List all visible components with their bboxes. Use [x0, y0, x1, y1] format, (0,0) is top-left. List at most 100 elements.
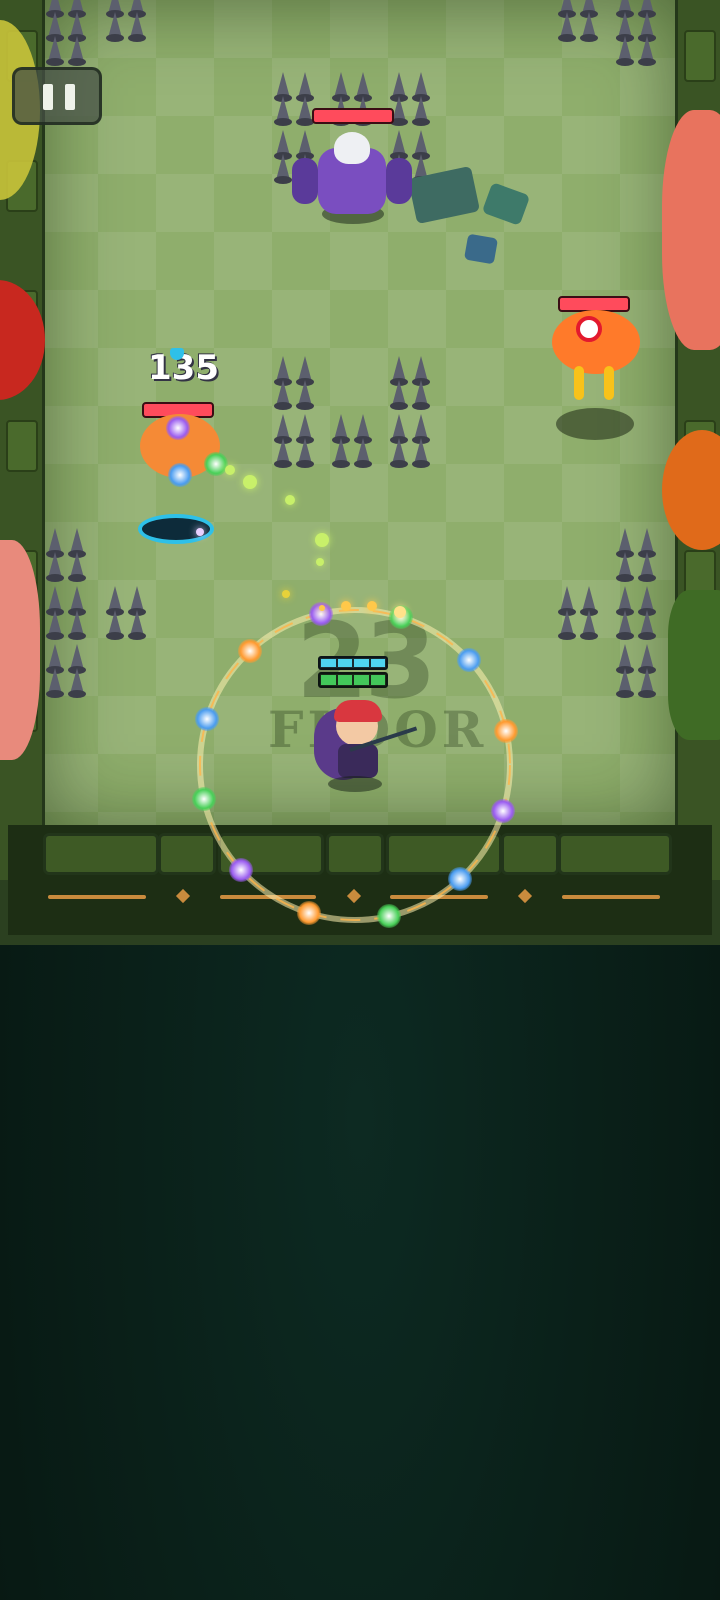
shield-segment: [321, 659, 336, 667]
spark: [196, 528, 204, 536]
spark: [285, 495, 295, 505]
spike: [638, 668, 656, 698]
spike: [46, 586, 64, 616]
spike: [580, 12, 598, 42]
green-leaf-decoration: [668, 590, 720, 740]
health-segment: [321, 675, 336, 685]
spike: [412, 414, 430, 444]
spike-trap-icon: [44, 12, 96, 66]
spike: [638, 528, 656, 558]
spike-trap-icon: [44, 528, 96, 582]
orange-eye-blob-enemy[interactable]: [548, 296, 648, 442]
eye-icon: [576, 316, 602, 342]
spike: [68, 12, 86, 42]
spike: [390, 380, 408, 410]
energy-orb: [168, 463, 192, 487]
energy-orb: [194, 707, 219, 732]
spike: [390, 414, 408, 444]
spike: [616, 528, 634, 558]
spike: [46, 668, 64, 698]
spike-trap-icon: [388, 414, 440, 468]
wall-block: [684, 30, 716, 82]
spike: [390, 72, 408, 102]
spike: [412, 356, 430, 386]
spark: [243, 475, 257, 489]
spike: [390, 356, 408, 386]
spike: [274, 414, 292, 444]
spike: [638, 644, 656, 674]
spike: [354, 438, 372, 468]
spike: [558, 586, 576, 616]
spike: [412, 438, 430, 468]
spike: [128, 610, 146, 640]
enemy-leg: [574, 366, 584, 400]
spark: [367, 601, 377, 611]
spike: [332, 438, 350, 468]
spike: [412, 130, 430, 160]
spike: [580, 586, 598, 616]
skull-brute-enemy[interactable]: [292, 108, 412, 228]
spark: [316, 558, 324, 566]
spike: [638, 610, 656, 640]
spike-trap-icon: [614, 644, 666, 698]
spark: [315, 533, 329, 547]
spike: [68, 610, 86, 640]
spike: [296, 414, 314, 444]
spike: [106, 610, 124, 640]
energy-orb: [166, 416, 190, 440]
energy-orb: [456, 647, 481, 672]
spike: [616, 610, 634, 640]
player-shield-bar: [318, 656, 388, 670]
spark: [341, 601, 351, 611]
spike: [296, 72, 314, 102]
spike-trap-icon: [614, 12, 666, 66]
enemy-leg: [604, 366, 614, 400]
player-character[interactable]: [310, 652, 418, 792]
spike-trap-icon: [614, 586, 666, 640]
pause-icon: [65, 84, 75, 110]
spike: [332, 72, 350, 102]
spike: [106, 12, 124, 42]
spike: [296, 438, 314, 468]
shield-segment: [354, 659, 369, 667]
spike: [128, 12, 146, 42]
enemy-health-bar: [312, 108, 394, 124]
spike-trap-icon: [272, 414, 324, 468]
skull-icon: [334, 132, 370, 164]
enemy-shadow: [556, 408, 634, 440]
spike: [616, 644, 634, 674]
pause-button[interactable]: [12, 67, 102, 125]
game-stage[interactable]: 23 FLOOR 135: [0, 0, 720, 945]
spike: [390, 438, 408, 468]
spike: [274, 356, 292, 386]
energy-orb: [237, 639, 262, 664]
spike: [274, 96, 292, 126]
spike: [616, 586, 634, 616]
spike: [638, 586, 656, 616]
spark: [319, 605, 325, 611]
spike: [274, 130, 292, 160]
spike: [46, 644, 64, 674]
spike-trap-icon: [388, 356, 440, 410]
spark: [225, 465, 235, 475]
spike: [638, 12, 656, 42]
pause-icon: [43, 84, 53, 110]
spike-trap-icon: [556, 0, 608, 42]
player-health-bar: [318, 672, 388, 688]
energy-orb: [448, 866, 473, 891]
rock: [463, 233, 499, 265]
spike: [616, 36, 634, 66]
spike: [274, 154, 292, 184]
spike: [46, 610, 64, 640]
spark: [282, 590, 290, 598]
spike: [332, 414, 350, 444]
spike-trap-icon: [556, 586, 608, 640]
spike: [616, 12, 634, 42]
spike: [68, 644, 86, 674]
spike-trap-icon: [330, 414, 382, 468]
energy-orb: [491, 798, 516, 823]
energy-orb: [494, 718, 519, 743]
spike: [68, 528, 86, 558]
enemy-arm: [292, 158, 318, 204]
spike: [412, 380, 430, 410]
